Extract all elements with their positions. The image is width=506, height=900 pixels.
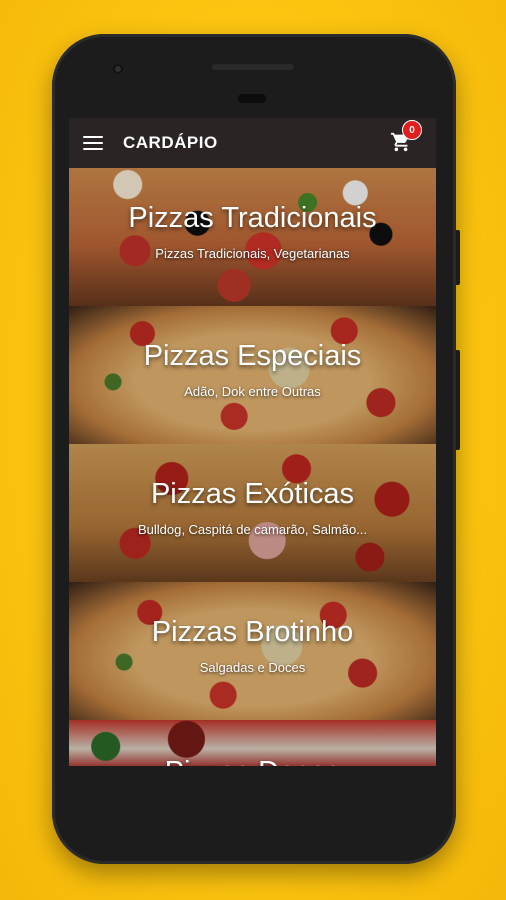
hamburger-menu-icon[interactable] [83,136,103,150]
category-title: Pizzas Doces [69,756,436,766]
category-subtitle: Adão, Dok entre Outras [184,384,321,399]
cart-count-badge: 0 [402,120,422,140]
page-title: CARDÁPIO [123,133,218,152]
category-card-brotinho[interactable]: Pizzas Brotinho Salgadas e Doces [69,582,436,720]
category-title: Pizzas Especiais [143,340,362,372]
earpiece-speaker [212,64,294,70]
app-bar: CARDÁPIO 0 [69,118,436,168]
cart-button[interactable]: 0 [390,120,422,153]
category-card-especiais[interactable]: Pizzas Especiais Adão, Dok entre Outras [69,306,436,444]
category-title: Pizzas Brotinho [151,616,354,648]
app-screen: CARDÁPIO 0 Pizzas Tradicionais Pizzas Tr… [69,118,436,766]
category-list: Pizzas Tradicionais Pizzas Tradicionais,… [69,168,436,766]
category-subtitle: Pizzas Tradicionais, Vegetarianas [155,246,350,261]
proximity-sensor [238,94,266,103]
front-camera [113,64,123,74]
category-card-exoticas[interactable]: Pizzas Exóticas Bulldog, Caspitá de cama… [69,444,436,582]
phone-bottom-bezel [69,766,436,826]
category-title: Pizzas Exóticas [150,478,355,510]
category-card-doces[interactable]: Pizzas Doces [69,720,436,766]
category-card-tradicionais[interactable]: Pizzas Tradicionais Pizzas Tradicionais,… [69,168,436,306]
category-subtitle: Salgadas e Doces [199,660,306,675]
category-subtitle: Bulldog, Caspitá de camarão, Salmão... [137,522,368,537]
category-title: Pizzas Tradicionais [128,202,377,234]
